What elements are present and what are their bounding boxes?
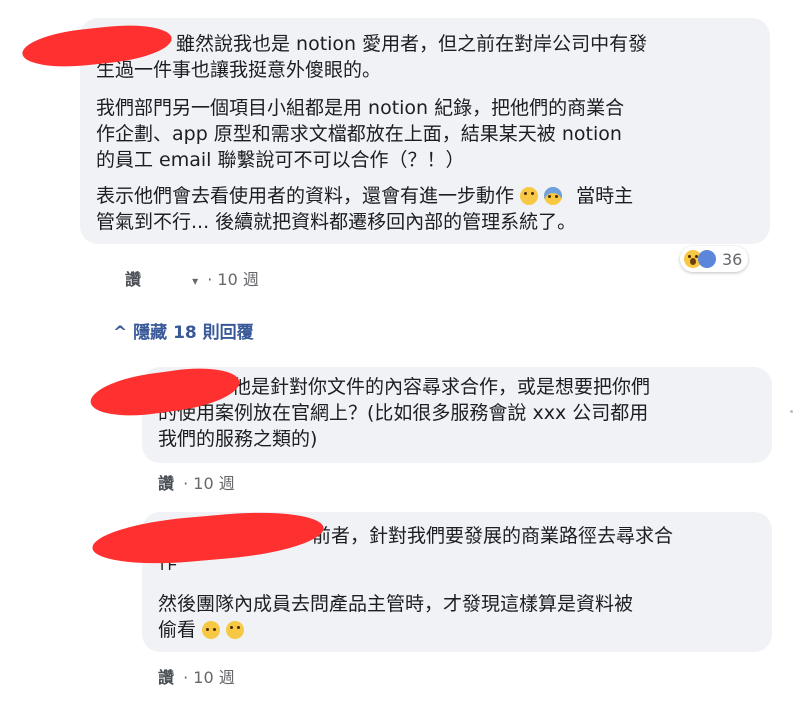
comment-text-line: 的員工 email 聯繫說可不可以合作（？！） — [96, 149, 465, 171]
comment-text-segment: 當時主 — [576, 185, 634, 207]
sweat-smile-emoji-icon — [226, 621, 245, 639]
comment-text-line: 雖然說我也是 notion 愛用者，但之前在對岸公司中有發 — [176, 33, 648, 55]
reply-text-line: 前者，針對我們要發展的商業路徑去尋求合 — [312, 525, 674, 547]
no-mouth-emoji-icon — [202, 621, 221, 639]
reply-timestamp[interactable]: · 10 週 — [183, 668, 235, 687]
reaction-count: 36 — [722, 249, 743, 269]
reply-text-line: 偷看 — [158, 618, 245, 642]
reply-text-segment: 偷看 — [158, 619, 197, 641]
comment-text-line: 生過一件事也讓我挺意外傻眼的。 — [96, 59, 382, 81]
comment-actions: 讚 ▾ · 10 週 — [125, 266, 259, 290]
scroll-dot — [790, 410, 793, 413]
comment-text-line: 我們部門另一個項目小組都是用 notion 紀錄，把他們的商業合 — [96, 97, 625, 119]
comment-timestamp[interactable]: · 10 週 — [207, 270, 259, 289]
fearful-emoji-icon — [544, 187, 563, 205]
dropdown-icon[interactable]: ▾ — [192, 274, 198, 288]
comment-text-line: 管氣到不行... 後續就把資料都遷移回內部的管理系統了。 — [96, 211, 577, 233]
reply-timestamp[interactable]: · 10 週 — [183, 474, 235, 493]
like-reaction-icon — [698, 250, 716, 268]
laughing-emoji-icon — [520, 187, 539, 205]
hide-replies-link[interactable]: ^ 隱藏 18 則回覆 — [113, 318, 254, 343]
like-button[interactable]: 讚 — [158, 474, 174, 493]
comment-text-line: 表示他們會去看使用者的資料，還會有進一步動作 當時主 — [96, 184, 633, 208]
reply-actions: 讚 · 10 週 — [158, 470, 235, 494]
like-button[interactable]: 讚 — [125, 270, 141, 289]
reaction-summary[interactable]: 36 — [680, 246, 749, 272]
like-button[interactable]: 讚 — [158, 668, 174, 687]
comment-text-line: 作企劃、app 原型和需求文檔都放在上面，結果某天被 notion — [96, 123, 622, 145]
reply-text-line: 然後團隊內成員去問產品主管時，才發現這樣算是資料被 — [158, 593, 634, 615]
reply-text-line: 的使用案例放在官網上？(比如很多服務會說 xxx 公司都用 — [158, 402, 649, 424]
reply-text-line: 我們的服務之類的) — [158, 428, 318, 450]
comment-bubble: 雖然說我也是 notion 愛用者，但之前在對岸公司中有發 生過一件事也讓我挺意… — [80, 18, 770, 244]
reply-text-line: 他是針對你文件的內容尋求合作，或是想要把你們 — [232, 376, 651, 398]
reply-actions: 讚 · 10 週 — [158, 664, 235, 688]
comment-text-segment: 表示他們會去看使用者的資料，還會有進一步動作 — [96, 185, 515, 207]
